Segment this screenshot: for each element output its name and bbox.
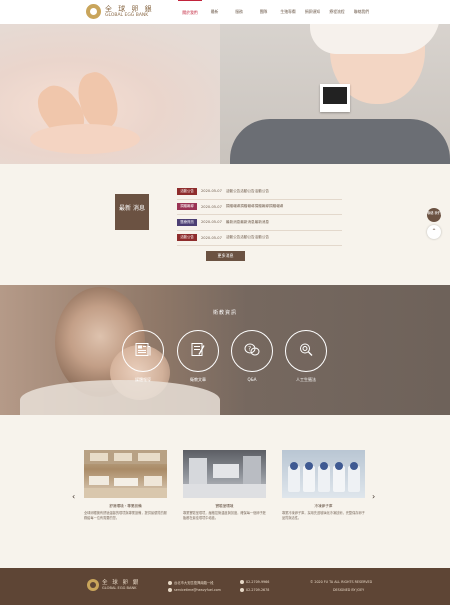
phone-icon [240, 580, 244, 584]
news-tag: 活動公告 [177, 187, 197, 195]
article-icon [191, 343, 205, 360]
logo-english-name: GLOBAL EGG BANK [105, 13, 149, 18]
footer-copyright: © 2020 FU TA ALL RIGHTS RESERVED [310, 580, 373, 584]
footer-email[interactable]: servicetime@heavyfuel.com [168, 588, 221, 592]
news-title: 活動公告活動公告活動公告 [225, 235, 270, 240]
egg-storage-photo[interactable] [282, 450, 365, 498]
carousel-next-button[interactable]: › [372, 492, 375, 501]
qa-label: Q&A [247, 377, 257, 382]
hero-baby-feet-photo [0, 24, 230, 164]
lab-photo[interactable] [183, 450, 266, 498]
more-news-button[interactable]: 更多消息 [206, 251, 245, 261]
site-footer: 全 球 卵 銀 GLOBAL EGG BANK 台北市大安區復興南路一段 ser… [0, 568, 450, 605]
law-icon [299, 343, 313, 360]
floating-contact-button[interactable]: 聯絡 我們 [427, 208, 441, 222]
card-description: 專業實驗室環境，嚴格控管溫度與濕度，確保每一個卵子胚胎都在最佳環境中培養。 [183, 511, 266, 520]
news-title: 活動公告活動公告活動公告 [225, 188, 270, 193]
health-info-section [0, 285, 450, 415]
nav-item-column[interactable]: 生殖專欄 [276, 0, 300, 24]
nav-item-process[interactable]: 療程流程 [325, 0, 349, 24]
footer-phone-1[interactable]: 02-2709-9966 [240, 580, 269, 584]
artificial-reproduction-law-link[interactable] [285, 330, 327, 372]
main-nav: 關於我們 最新 服務 團隊 生殖專欄 捐卵須知 療程流程 聯絡我們 [178, 0, 374, 24]
nav-item-donor-info[interactable]: 捐卵須知 [301, 0, 325, 24]
lobby-photo[interactable] [84, 450, 167, 498]
qa-icon: ? [244, 343, 260, 360]
news-item[interactable]: 活動公告 2020-05-07 活動公告活動公告活動公告 [177, 184, 342, 200]
nav-item-about[interactable]: 關於我們 [178, 0, 202, 24]
mail-icon [168, 588, 172, 592]
health-info-title: 衛教資訊 [212, 310, 237, 316]
news-tag: 捐贈報導 [177, 203, 197, 211]
card-caption: 實驗室環境 [215, 504, 234, 508]
site-logo[interactable]: 全 球 卵 銀 GLOBAL EGG BANK [86, 3, 156, 21]
media-report-link[interactable] [122, 330, 164, 372]
news-item[interactable]: 活動公告 2020-05-07 活動公告活動公告活動公告 [177, 231, 342, 246]
news-date: 2020-05-07 [201, 220, 222, 225]
logo-emblem-icon [86, 4, 101, 19]
carousel-prev-button[interactable]: ‹ [72, 492, 75, 501]
footer-logo-icon [87, 579, 99, 591]
news-tag: 醫療資訊 [177, 218, 197, 226]
ultrasound-photo [320, 84, 350, 112]
news-title: 最新消息最新消息最新消息 [225, 219, 270, 224]
health-article-label: 衛教文章 [190, 377, 206, 382]
qa-link[interactable]: ? [231, 330, 273, 372]
news-item[interactable]: 捐贈報導 2020-05-07 捐贈報導捐贈報導捐贈報導捐贈報導 [177, 200, 342, 215]
footer-address: 台北市大安區復興南路一段 [168, 580, 214, 585]
news-list: 活動公告 2020-05-07 活動公告活動公告活動公告 捐贈報導 2020-0… [177, 184, 342, 246]
news-tag: 活動公告 [177, 234, 197, 242]
footer-designer: DESIGNED BY JOEY [333, 588, 365, 592]
media-report-label: 媒體報導 [135, 377, 151, 382]
card-caption: 冷凍卵子庫 [314, 504, 333, 508]
news-title: 捐贈報導捐贈報導捐贈報導捐贈報導 [225, 204, 284, 209]
health-article-link[interactable] [177, 330, 219, 372]
footer-logo-english: GLOBAL EGG BANK [102, 586, 137, 590]
card-description: 專業冷凍卵子庫，採用先進玻璃化冷凍技術，完整保存卵子品質與活性。 [282, 511, 365, 520]
site-header: 全 球 卵 銀 GLOBAL EGG BANK 關於我們 最新 服務 團隊 生殖… [0, 0, 450, 24]
nav-item-news[interactable]: 最新 [203, 0, 227, 24]
news-date: 2020-05-07 [201, 235, 222, 240]
location-icon [168, 581, 172, 585]
news-badge: 最新 消息 [115, 194, 149, 230]
back-to-top-button[interactable]: ⌃ [427, 225, 441, 239]
card-description: 全球卵銀擁有舒適溫馨的環境與專業設備，提供最優質的服務給每一位有需要的您。 [84, 511, 167, 520]
nav-item-contact[interactable]: 聯絡我們 [350, 0, 374, 24]
news-item[interactable]: 醫療資訊 2020-05-07 最新消息最新消息最新消息 [177, 215, 342, 231]
news-date: 2020-05-07 [201, 204, 222, 209]
nav-item-services[interactable]: 服務 [227, 0, 251, 24]
nav-item-team[interactable]: 團隊 [252, 0, 276, 24]
fax-icon [240, 588, 244, 592]
hero-pregnant-woman-photo [220, 24, 450, 164]
footer-logo-chinese: 全 球 卵 銀 [102, 580, 140, 586]
card-caption: 舒適環境・專業設備 [109, 504, 142, 508]
chevron-up-icon: ⌃ [431, 228, 437, 235]
hero-banner [0, 24, 450, 164]
footer-phone-2[interactable]: 02-2709-2678 [240, 588, 269, 592]
news-date: 2020-05-07 [201, 189, 222, 194]
newspaper-icon [135, 343, 151, 360]
law-label: 人工生殖法 [296, 377, 316, 382]
